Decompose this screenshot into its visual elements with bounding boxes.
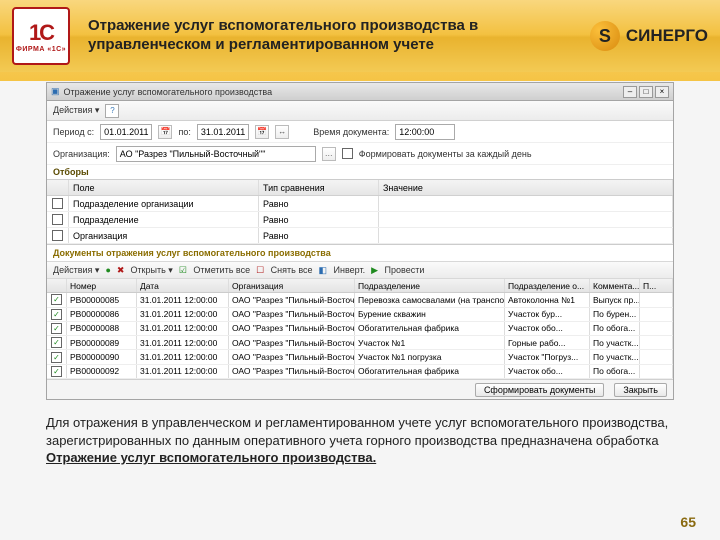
docs-grid: Номер Дата Организация Подразделение Под…: [47, 279, 673, 379]
slide-body-text: Для отражения в управленческом и регламе…: [46, 414, 674, 467]
org-input[interactable]: АО "Разрез "Пильный-Восточный"": [116, 146, 316, 162]
filter-check[interactable]: [52, 230, 63, 241]
filters-col-check: [47, 180, 69, 195]
logo-1c: 1С ФИРМА «1С»: [12, 7, 70, 65]
filters-grid: Поле Тип сравнения Значение Подразделени…: [47, 179, 673, 245]
table-row[interactable]: ✓ РВ00000088 31.01.2011 12:00:00 ОАО "Ра…: [47, 322, 673, 336]
period-label: Период с:: [53, 127, 94, 137]
open-menu[interactable]: Открыть ▾: [130, 265, 172, 276]
row-check[interactable]: ✓: [51, 366, 62, 377]
filter-row[interactable]: Подразделение организации Равно: [47, 196, 673, 212]
table-row[interactable]: ✓ РВ00000086 31.01.2011 12:00:00 ОАО "Ра…: [47, 308, 673, 322]
col-extra[interactable]: П...: [640, 279, 673, 292]
time-label: Время документа:: [313, 127, 389, 137]
period-from-input[interactable]: 01.01.2011: [100, 124, 152, 140]
sinergo-icon: S: [590, 21, 620, 51]
time-input[interactable]: 12:00:00: [395, 124, 455, 140]
col-dept[interactable]: Подразделение: [355, 279, 505, 292]
add-icon[interactable]: ●: [105, 265, 110, 275]
window-footer: Сформировать документы Закрыть: [47, 379, 673, 399]
app-window: ▣ Отражение услуг вспомогательного произ…: [46, 82, 674, 400]
docs-actions-menu[interactable]: Действия ▾: [53, 265, 99, 276]
table-row[interactable]: ✓ РВ00000092 31.01.2011 12:00:00 ОАО "Ра…: [47, 365, 673, 379]
filter-check[interactable]: [52, 214, 63, 225]
table-row[interactable]: ✓ РВ00000085 31.01.2011 12:00:00 ОАО "Ра…: [47, 293, 673, 307]
row-check[interactable]: ✓: [51, 294, 62, 305]
row-check[interactable]: ✓: [51, 352, 62, 363]
period-to-input[interactable]: 31.01.2011: [197, 124, 249, 140]
table-row[interactable]: ✓ РВ00000090 31.01.2011 12:00:00 ОАО "Ра…: [47, 350, 673, 364]
docs-section-title: Документы отражения услуг вспомогательно…: [47, 245, 673, 261]
filters-header: Поле Тип сравнения Значение: [47, 180, 673, 196]
unmark-all-button[interactable]: ☐ Снять все: [256, 265, 312, 276]
period-to-picker-icon[interactable]: 📅: [255, 125, 269, 139]
slide-title: Отражение услуг вспомогательного произво…: [82, 17, 578, 55]
col-number[interactable]: Номер: [67, 279, 137, 292]
col-date[interactable]: Дата: [137, 279, 229, 292]
window-icon: ▣: [51, 86, 60, 97]
post-button[interactable]: ▶ Провести: [371, 265, 424, 276]
form-each-day-label: Формировать документы за каждый день: [359, 149, 532, 159]
period-to-label: по:: [178, 127, 190, 137]
period-select-icon[interactable]: ↔: [275, 125, 289, 139]
col-dept-org[interactable]: Подразделение о...: [505, 279, 590, 292]
logo-sinergo: S СИНЕРГО: [590, 21, 708, 51]
filters-col-value[interactable]: Значение: [379, 180, 673, 195]
bold-term: Отражение услуг вспомогательного произво…: [46, 450, 376, 465]
docs-header-row: Номер Дата Организация Подразделение Под…: [47, 279, 673, 293]
row-check[interactable]: ✓: [51, 323, 62, 334]
table-row[interactable]: ✓ РВ00000089 31.01.2011 12:00:00 ОАО "Ра…: [47, 336, 673, 350]
delete-icon[interactable]: ✖: [117, 265, 125, 276]
filters-section-title: Отборы: [47, 165, 673, 179]
filters-col-compare[interactable]: Тип сравнения: [259, 180, 379, 195]
window-title: Отражение услуг вспомогательного произво…: [64, 87, 619, 97]
close-button[interactable]: ×: [655, 86, 669, 98]
filter-row[interactable]: Организация Равно: [47, 228, 673, 244]
filters-col-field[interactable]: Поле: [69, 180, 259, 195]
actions-toolbar: Действия ▾ ?: [47, 101, 673, 121]
period-row: Период с: 01.01.2011 📅 по: 31.01.2011 📅 …: [47, 121, 673, 143]
minimize-button[interactable]: –: [623, 86, 637, 98]
row-check[interactable]: ✓: [51, 309, 62, 320]
org-select-icon[interactable]: …: [322, 147, 336, 161]
period-from-picker-icon[interactable]: 📅: [158, 125, 172, 139]
org-label: Организация:: [53, 149, 110, 159]
slide-header: 1С ФИРМА «1С» Отражение услуг вспомогате…: [0, 0, 720, 72]
close-window-button[interactable]: Закрыть: [614, 383, 667, 397]
window-titlebar: ▣ Отражение услуг вспомогательного произ…: [47, 83, 673, 101]
invert-button[interactable]: ◧ Инверт.: [319, 265, 366, 276]
actions-menu[interactable]: Действия ▾: [53, 105, 99, 116]
docs-toolbar: Действия ▾ ● ✖ Открыть ▾ ☑ Отметить все …: [47, 261, 673, 279]
page-number: 65: [680, 514, 696, 530]
mark-all-button[interactable]: ☑ Отметить все: [179, 265, 250, 276]
help-icon[interactable]: ?: [105, 104, 119, 118]
form-documents-button[interactable]: Сформировать документы: [475, 383, 604, 397]
col-org[interactable]: Организация: [229, 279, 355, 292]
filter-row[interactable]: Подразделение Равно: [47, 212, 673, 228]
col-comment[interactable]: Коммента...: [590, 279, 640, 292]
form-each-day-checkbox[interactable]: [342, 148, 353, 159]
row-check[interactable]: ✓: [51, 337, 62, 348]
maximize-button[interactable]: □: [639, 86, 653, 98]
org-row: Организация: АО "Разрез "Пильный-Восточн…: [47, 143, 673, 165]
col-check[interactable]: [47, 279, 67, 292]
filter-check[interactable]: [52, 198, 63, 209]
